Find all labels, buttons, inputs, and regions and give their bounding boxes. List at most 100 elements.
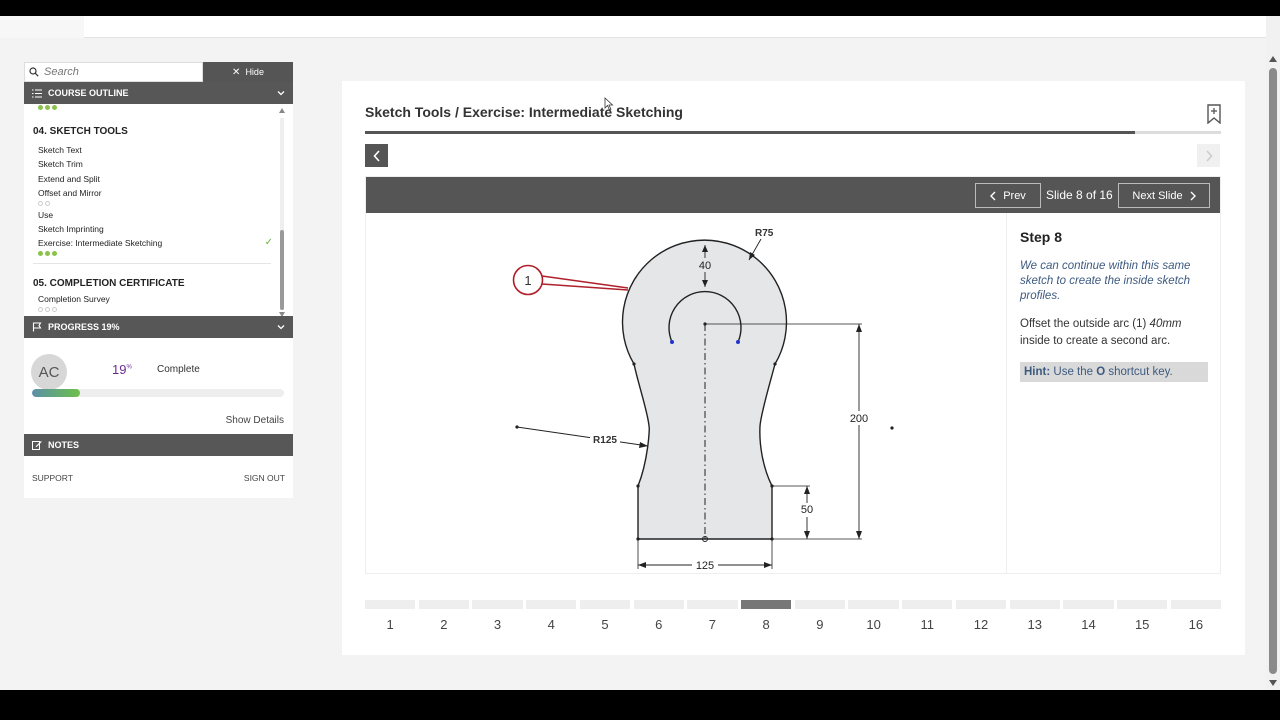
outline-item-sketch-imprinting[interactable]: Sketch Imprinting — [33, 222, 273, 236]
hint-label: Hint: — [1024, 366, 1051, 378]
slide-tab-number: 4 — [547, 617, 555, 632]
slide-body: 40 R75 200 50 125 R125 1 Step 8 We can c… — [366, 213, 1220, 573]
list-icon — [32, 89, 42, 97]
arrow-icon — [764, 562, 772, 568]
slide-tab-number: 3 — [493, 617, 502, 632]
slide-tab-segment — [1009, 600, 1060, 609]
outline-item-offset-mirror[interactable]: Offset and Mirror — [33, 186, 273, 200]
slide-tab-number: 14 — [1081, 617, 1096, 632]
progress-bar — [32, 389, 284, 397]
slide-tab-number: 8 — [762, 617, 770, 632]
outline-item-label: Exercise: Intermediate Sketching — [38, 238, 163, 249]
support-link[interactable]: SUPPORT — [32, 473, 73, 483]
outline-item-use[interactable]: Use — [33, 208, 273, 222]
chevron-down-icon — [277, 325, 285, 330]
dim-125-label: 125 — [696, 560, 714, 572]
bookmark-icon[interactable] — [1207, 104, 1221, 124]
slide-tab-3[interactable]: 3 — [472, 600, 523, 640]
slide-tab-segment — [794, 600, 845, 609]
screen-bottom-bar — [0, 690, 1280, 720]
scroll-thumb[interactable] — [280, 230, 284, 310]
slide-tab-segment — [1170, 600, 1221, 609]
dot — [52, 104, 57, 110]
progress-header[interactable]: PROGRESS 19% — [24, 316, 293, 338]
dim-200-label: 200 — [850, 413, 868, 425]
next-label: Next Slide — [1132, 189, 1183, 202]
progress-dots — [38, 306, 273, 312]
course-outline-header[interactable]: COURSE OUTLINE — [24, 82, 293, 104]
slide-tab-number: 11 — [920, 617, 935, 632]
hide-sidebar-button[interactable]: ✕ Hide — [203, 62, 293, 82]
dot — [45, 104, 50, 110]
slide-tab-segment — [526, 600, 577, 609]
slide-tab-7[interactable]: 7 — [687, 600, 738, 640]
dim-r75-label: R75 — [755, 228, 774, 239]
next-page-button[interactable] — [1197, 144, 1220, 167]
slide-tab-6[interactable]: 6 — [633, 600, 684, 640]
outline-item-sketch-text[interactable]: Sketch Text — [33, 143, 273, 157]
section-title-completion: 05. COMPLETION CERTIFICATE — [33, 277, 185, 289]
notes-header[interactable]: NOTES — [24, 434, 293, 456]
slide-tab-segment — [955, 600, 1007, 609]
sign-out-link[interactable]: SIGN OUT — [244, 473, 285, 483]
hint-post: shortcut key. — [1105, 366, 1173, 378]
course-outline-title: COURSE OUTLINE — [48, 88, 129, 98]
slide-tab-4[interactable]: 4 — [526, 600, 577, 640]
slide-tab-segment — [418, 600, 469, 609]
scroll-down-icon[interactable] — [279, 312, 285, 316]
page-scroll-thumb[interactable] — [1269, 68, 1277, 674]
outline-item-exercise-intermediate[interactable]: Exercise: Intermediate Sketching ✓ — [33, 236, 273, 250]
outline-item-extend-split[interactable]: Extend and Split — [33, 172, 273, 186]
progress-value: 19 — [112, 362, 127, 377]
slide-tab-13[interactable]: 13 — [1009, 600, 1060, 640]
next-slide-button[interactable]: Next Slide — [1118, 183, 1210, 208]
scroll-up-icon[interactable] — [1269, 56, 1277, 62]
search-box[interactable] — [24, 62, 203, 82]
slide-tab-16[interactable]: 16 — [1170, 600, 1221, 640]
dot — [52, 251, 57, 257]
scroll-down-icon[interactable] — [1269, 680, 1277, 686]
slide-tab-number: 13 — [1027, 617, 1042, 632]
notes-title: NOTES — [48, 440, 80, 450]
slide-tab-number: 7 — [708, 617, 717, 632]
lesson-progress-rule — [365, 131, 1221, 134]
screen-top-bar — [0, 0, 1280, 16]
search-input[interactable] — [44, 66, 194, 78]
slide-tab-14[interactable]: 14 — [1063, 600, 1114, 640]
slide-tab-8[interactable]: 8 — [741, 600, 792, 640]
scroll-up-icon[interactable] — [279, 108, 285, 113]
dot — [38, 104, 43, 110]
show-details-link[interactable]: Show Details — [226, 415, 284, 426]
callout-leader — [541, 283, 629, 291]
dim-40-label: 40 — [699, 260, 711, 272]
search-icon — [29, 67, 39, 77]
previous-page-button[interactable] — [365, 144, 388, 167]
dot — [45, 251, 50, 257]
slide-tab-15[interactable]: 15 — [1117, 600, 1168, 640]
slide-tab-11[interactable]: 11 — [902, 600, 953, 640]
slide-tab-2[interactable]: 2 — [418, 600, 469, 640]
dim-r125-label: R125 — [593, 435, 617, 446]
sketch-drawing: 40 R75 200 50 125 R125 1 — [512, 228, 894, 572]
header-tab — [0, 16, 84, 38]
slide-tab-segment — [902, 600, 953, 609]
slide-pagination: 1 2 3 4 5 6 7 8 9 10 11 12 13 14 15 16 — [365, 600, 1221, 640]
arrow-icon — [856, 324, 862, 332]
slide-tab-9[interactable]: 9 — [794, 600, 845, 640]
step-instructions: Step 8 We can continue within this same … — [1006, 213, 1220, 573]
outline-item-sketch-trim[interactable]: Sketch Trim — [33, 157, 273, 171]
page-scrollbar[interactable] — [1266, 16, 1280, 690]
slide-tab-segment — [365, 600, 416, 609]
progress-title: PROGRESS 19% — [48, 322, 120, 332]
slide-tab-1[interactable]: 1 — [365, 600, 416, 640]
close-icon: ✕ — [232, 66, 241, 78]
prev-slide-button[interactable]: Prev — [975, 183, 1041, 208]
slide-tab-10[interactable]: 10 — [848, 600, 899, 640]
slide-counter: Slide 8 of 16 — [1046, 188, 1113, 202]
slide-tab-5[interactable]: 5 — [579, 600, 631, 640]
avatar: AC — [31, 354, 67, 390]
outline-scrollbar[interactable] — [279, 108, 285, 316]
progress-panel: AC 19% Complete Show Details — [24, 338, 293, 426]
outline-item-completion-survey[interactable]: Completion Survey — [33, 292, 273, 306]
slide-tab-12[interactable]: 12 — [955, 600, 1007, 640]
